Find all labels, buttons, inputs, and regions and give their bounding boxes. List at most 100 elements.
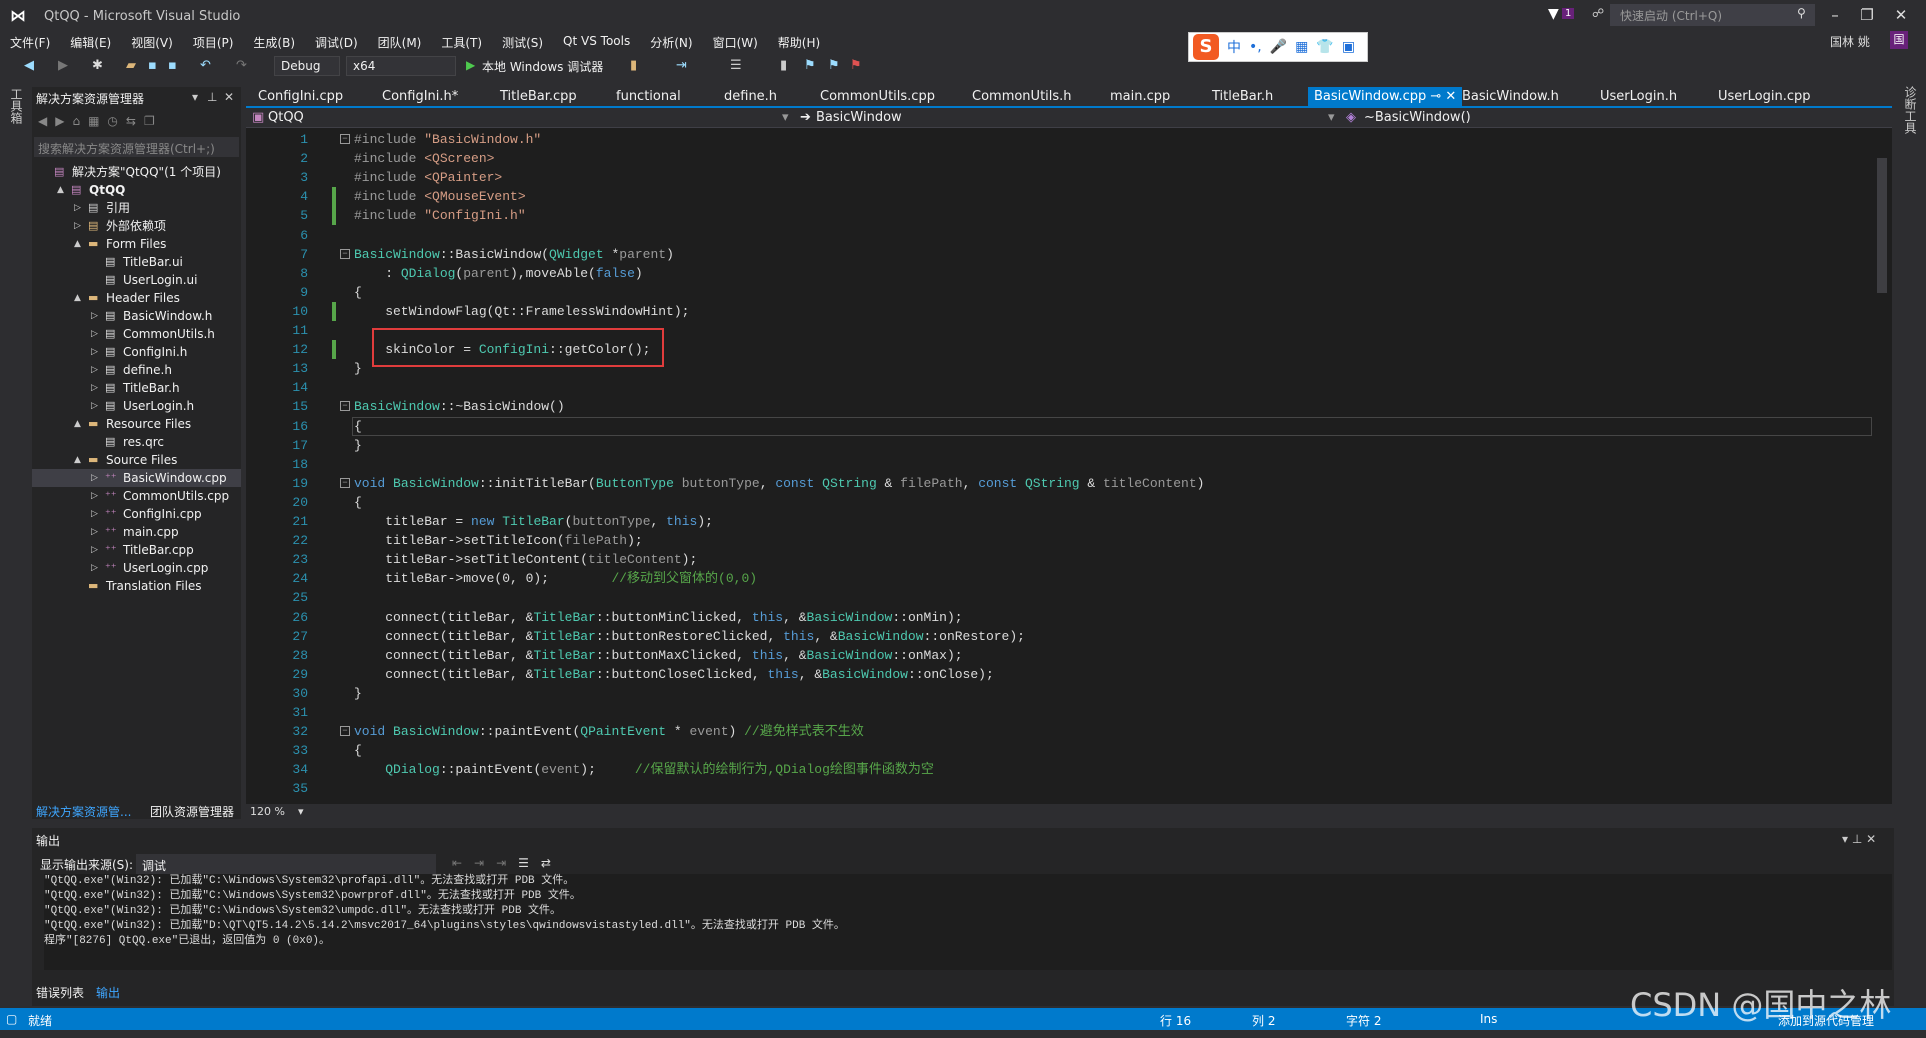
back-icon[interactable]: ◀ bbox=[24, 58, 34, 73]
code-line[interactable]: connect(titleBar, &TitleBar::buttonMaxCl… bbox=[354, 646, 962, 665]
code-line[interactable]: connect(titleBar, &TitleBar::buttonMinCl… bbox=[354, 608, 962, 627]
ime-item[interactable]: 👕 bbox=[1316, 39, 1333, 55]
tree-item[interactable]: ▷ ▤ CommonUtils.h bbox=[32, 325, 241, 343]
collapsed-arrow-icon[interactable]: ▷ bbox=[91, 379, 101, 397]
ime-item[interactable]: 🎤 bbox=[1270, 39, 1287, 55]
clear-bookmarks-icon[interactable]: ⚑ bbox=[850, 58, 862, 73]
tree-item[interactable]: ▷ ⁺⁺ BasicWindow.cpp bbox=[32, 469, 241, 487]
menu-item[interactable]: 测试(S) bbox=[492, 32, 553, 52]
tree-item[interactable]: ▲ ▬ Resource Files bbox=[32, 415, 241, 433]
collapsed-arrow-icon[interactable]: ▷ bbox=[91, 541, 101, 559]
close-icon[interactable]: ✕ bbox=[224, 90, 234, 104]
tree-item[interactable]: ▷ ▤ define.h bbox=[32, 361, 241, 379]
collapsed-arrow-icon[interactable]: ▷ bbox=[91, 559, 101, 577]
expanded-arrow-icon[interactable]: ▲ bbox=[74, 451, 84, 469]
code-line[interactable]: #include "ConfigIni.h" bbox=[354, 206, 526, 225]
redo-icon[interactable]: ↷ bbox=[236, 58, 247, 73]
ime-item[interactable]: •, bbox=[1249, 39, 1262, 55]
tab-titlebar-cpp[interactable]: TitleBar.cpp bbox=[494, 87, 583, 106]
tab-output[interactable]: 输出 bbox=[96, 984, 120, 1001]
code-line[interactable]: titleBar->setTitleContent(titleContent); bbox=[354, 550, 697, 569]
tree-item[interactable]: ▷ ▤ 引用 bbox=[32, 199, 241, 217]
tree-item[interactable]: ▬ Translation Files bbox=[32, 577, 241, 595]
menu-item[interactable]: 调试(D) bbox=[305, 32, 368, 52]
tab-configini-cpp[interactable]: ConfigIni.cpp bbox=[252, 87, 349, 106]
diagnostics-tab[interactable]: 诊断工具 bbox=[1902, 86, 1919, 134]
nav-member[interactable]: ~BasicWindow() bbox=[1364, 108, 1471, 128]
tab-solution-explorer[interactable]: 解决方案资源管... bbox=[36, 803, 131, 820]
step-icon[interactable]: ⇥ bbox=[676, 58, 687, 73]
quick-launch-input[interactable]: 快速启动 (Ctrl+Q) bbox=[1610, 4, 1815, 26]
fold-toggle-icon[interactable]: − bbox=[340, 248, 350, 259]
collapsed-arrow-icon[interactable]: ▷ bbox=[91, 523, 101, 541]
notification-badge[interactable]: 1 bbox=[1562, 8, 1575, 19]
tab-basicwindow-cpp[interactable]: BasicWindow.cpp ⊸ ✕ bbox=[1308, 87, 1463, 106]
expanded-arrow-icon[interactable]: ▲ bbox=[74, 289, 84, 307]
tree-item[interactable]: ▷ ⁺⁺ UserLogin.cpp bbox=[32, 559, 241, 577]
tab-userlogin-h[interactable]: UserLogin.h bbox=[1594, 87, 1683, 106]
code-line[interactable]: connect(titleBar, &TitleBar::buttonClose… bbox=[354, 665, 994, 684]
prev-bookmark-icon[interactable]: ⚑ bbox=[804, 58, 816, 73]
close-button[interactable]: ✕ bbox=[1890, 6, 1912, 24]
tree-item[interactable]: ▷ ⁺⁺ CommonUtils.cpp bbox=[32, 487, 241, 505]
menu-item[interactable]: Qt VS Tools bbox=[553, 32, 640, 52]
menu-item[interactable]: 分析(N) bbox=[640, 32, 702, 52]
tree-item[interactable]: ▲ ▬ Form Files bbox=[32, 235, 241, 253]
code-line[interactable]: } bbox=[354, 359, 362, 378]
menu-item[interactable]: 窗口(W) bbox=[703, 32, 768, 52]
collapsed-arrow-icon[interactable]: ▷ bbox=[91, 505, 101, 523]
menu-item[interactable]: 帮助(H) bbox=[768, 32, 830, 52]
platform-select[interactable]: x64 bbox=[346, 56, 456, 76]
code-line[interactable]: setWindowFlag(Qt::FramelessWindowHint); bbox=[354, 302, 689, 321]
tab-close-icon[interactable]: ⊸ ✕ bbox=[1426, 89, 1456, 104]
find-icon[interactable]: ▮ bbox=[630, 58, 637, 73]
tree-item[interactable]: ▷ ▤ TitleBar.h bbox=[32, 379, 241, 397]
collapsed-arrow-icon[interactable]: ▷ bbox=[91, 397, 101, 415]
solution-search-input[interactable]: 搜索解决方案资源管理器(Ctrl+;) bbox=[34, 137, 239, 157]
tab-userlogin-cpp[interactable]: UserLogin.cpp bbox=[1712, 87, 1817, 106]
search-icon[interactable]: ⚲ bbox=[1797, 6, 1806, 20]
tab-team-explorer[interactable]: 团队资源管理器 bbox=[150, 803, 234, 820]
tree-item[interactable]: ▷ ▤ UserLogin.h bbox=[32, 397, 241, 415]
tree-item[interactable]: ▷ ▤ ConfigIni.h bbox=[32, 343, 241, 361]
solution-toolbar[interactable]: ◀▶⌂▦◷⇆❐ bbox=[38, 114, 163, 128]
tree-item[interactable]: ▤ 解决方案"QtQQ"(1 个项目) bbox=[32, 163, 241, 181]
collapsed-arrow-icon[interactable]: ▷ bbox=[74, 199, 84, 217]
filter-icon[interactable]: ▼ bbox=[1548, 6, 1559, 22]
menu-item[interactable]: 项目(P) bbox=[183, 32, 244, 52]
fold-toggle-icon[interactable]: − bbox=[340, 134, 350, 144]
expanded-arrow-icon[interactable]: ▲ bbox=[57, 181, 67, 199]
next-bookmark-icon[interactable]: ⚑ bbox=[828, 58, 840, 73]
tab-configini-h-[interactable]: ConfigIni.h* bbox=[376, 87, 464, 106]
code-line[interactable]: titleBar = new TitleBar(buttonType, this… bbox=[354, 512, 713, 531]
tab-titlebar-h[interactable]: TitleBar.h bbox=[1206, 87, 1279, 106]
collapsed-arrow-icon[interactable]: ▷ bbox=[91, 361, 101, 379]
scrollbar-thumb[interactable] bbox=[1877, 158, 1887, 293]
code-line[interactable]: BasicWindow::~BasicWindow() bbox=[354, 397, 565, 416]
open-icon[interactable]: ▰ bbox=[126, 58, 136, 73]
tab-error-list[interactable]: 错误列表 bbox=[36, 984, 84, 1001]
run-debugger-button[interactable]: 本地 Windows 调试器 bbox=[482, 58, 603, 75]
collapsed-arrow-icon[interactable]: ▷ bbox=[91, 469, 101, 487]
expanded-arrow-icon[interactable]: ▲ bbox=[74, 235, 84, 253]
nav-project[interactable]: QtQQ bbox=[268, 108, 304, 128]
menu-item[interactable]: 团队(M) bbox=[368, 32, 432, 52]
config-select[interactable]: Debug bbox=[274, 56, 340, 76]
nav-class[interactable]: BasicWindow bbox=[816, 108, 902, 128]
user-name[interactable]: 国林 姚 bbox=[1830, 33, 1870, 50]
output-source-select[interactable]: 调试 bbox=[136, 854, 436, 874]
code-line[interactable]: titleBar->move(0, 0); //移动到父窗体的(0,0) bbox=[354, 569, 757, 588]
collapsed-arrow-icon[interactable]: ▷ bbox=[74, 217, 84, 235]
chevron-down-icon[interactable]: ▾ bbox=[298, 805, 304, 818]
expanded-arrow-icon[interactable]: ▲ bbox=[74, 415, 84, 433]
restore-button[interactable]: ❐ bbox=[1856, 6, 1878, 24]
tree-item[interactable]: ▷ ▤ BasicWindow.h bbox=[32, 307, 241, 325]
tree-item[interactable]: ▷ ▤ 外部依赖项 bbox=[32, 217, 241, 235]
collapsed-arrow-icon[interactable]: ▷ bbox=[91, 343, 101, 361]
code-line[interactable]: void BasicWindow::paintEvent(QPaintEvent… bbox=[354, 722, 864, 741]
code-line[interactable]: #include <QPainter> bbox=[354, 168, 502, 187]
ime-item[interactable]: ▦ bbox=[1295, 39, 1308, 55]
menu-item[interactable]: 文件(F) bbox=[0, 32, 60, 52]
tree-item[interactable]: ▲ ▤ QtQQ bbox=[32, 181, 241, 199]
toolbox-strip[interactable]: 工具箱 bbox=[0, 84, 30, 1004]
